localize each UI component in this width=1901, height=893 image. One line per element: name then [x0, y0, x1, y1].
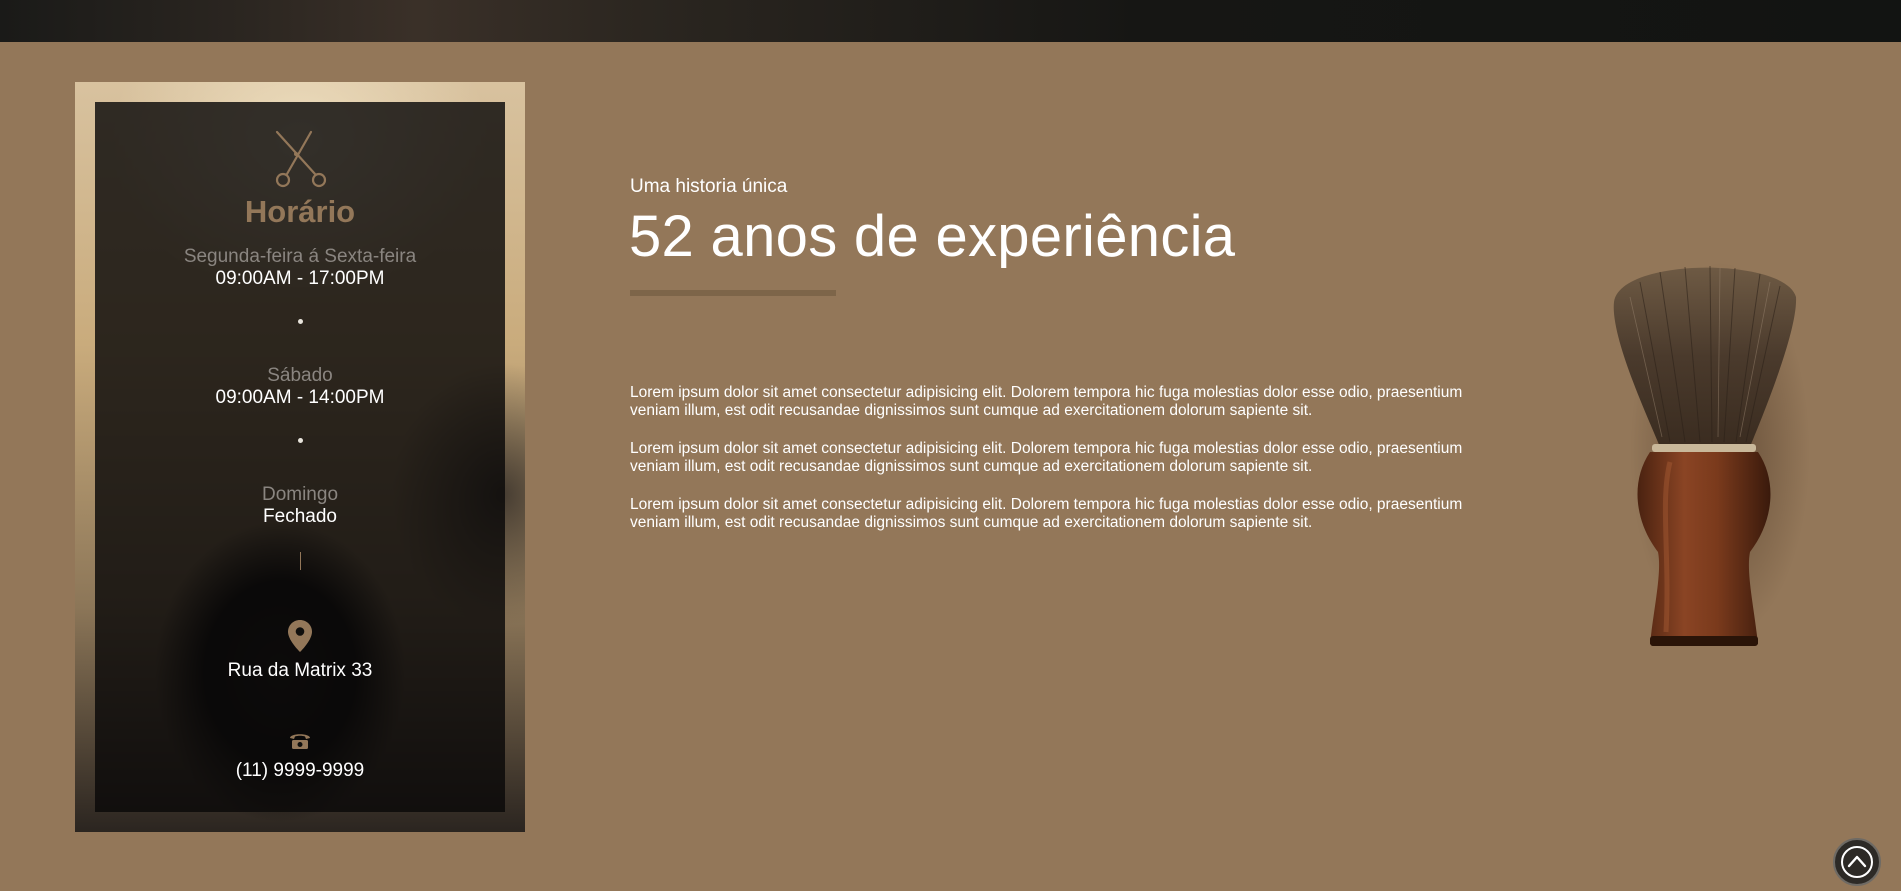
separator-dot: [298, 438, 303, 443]
hours-card-panel: Horário Segunda-feira á Sexta-feira 09:0…: [95, 102, 505, 812]
telephone-icon: [290, 734, 310, 749]
schedule-day-sunday: Domingo: [261, 484, 339, 505]
section-kicker: Uma historia única: [630, 176, 788, 197]
schedule-time-saturday: 09:00AM - 14:00PM: [215, 387, 385, 408]
schedule-day-saturday: Sábado: [267, 365, 333, 386]
hours-title: Horário: [244, 194, 356, 229]
section-headline: 52 anos de experiência: [629, 204, 1236, 269]
headline-underline: [630, 290, 836, 296]
hero-image-bottom-strip: [0, 0, 1901, 42]
separator-line: [300, 552, 301, 570]
chevron-up-circle-icon: [1841, 846, 1873, 878]
schedule-time-sunday: Fechado: [263, 506, 337, 527]
story-paragraph: Lorem ipsum dolor sit amet consectetur a…: [630, 440, 1463, 475]
shaving-brush-image: [1613, 262, 1810, 646]
hours-card: Horário Segunda-feira á Sexta-feira 09:0…: [75, 82, 525, 832]
schedule-day-weekdays: Segunda-feira á Sexta-feira: [183, 246, 417, 267]
map-pin-icon: [288, 620, 312, 652]
schedule-time-weekdays: 09:00AM - 17:00PM: [215, 268, 385, 289]
story-paragraph: Lorem ipsum dolor sit amet consectetur a…: [630, 496, 1463, 531]
story-paragraph: Lorem ipsum dolor sit amet consectetur a…: [630, 384, 1463, 419]
separator-dot: [298, 319, 303, 324]
phone-text: (11) 9999-9999: [235, 760, 365, 781]
address-text: Rua da Matrix 33: [227, 660, 373, 681]
scissors-icon: [275, 130, 327, 188]
back-to-top-button[interactable]: [1833, 838, 1881, 886]
